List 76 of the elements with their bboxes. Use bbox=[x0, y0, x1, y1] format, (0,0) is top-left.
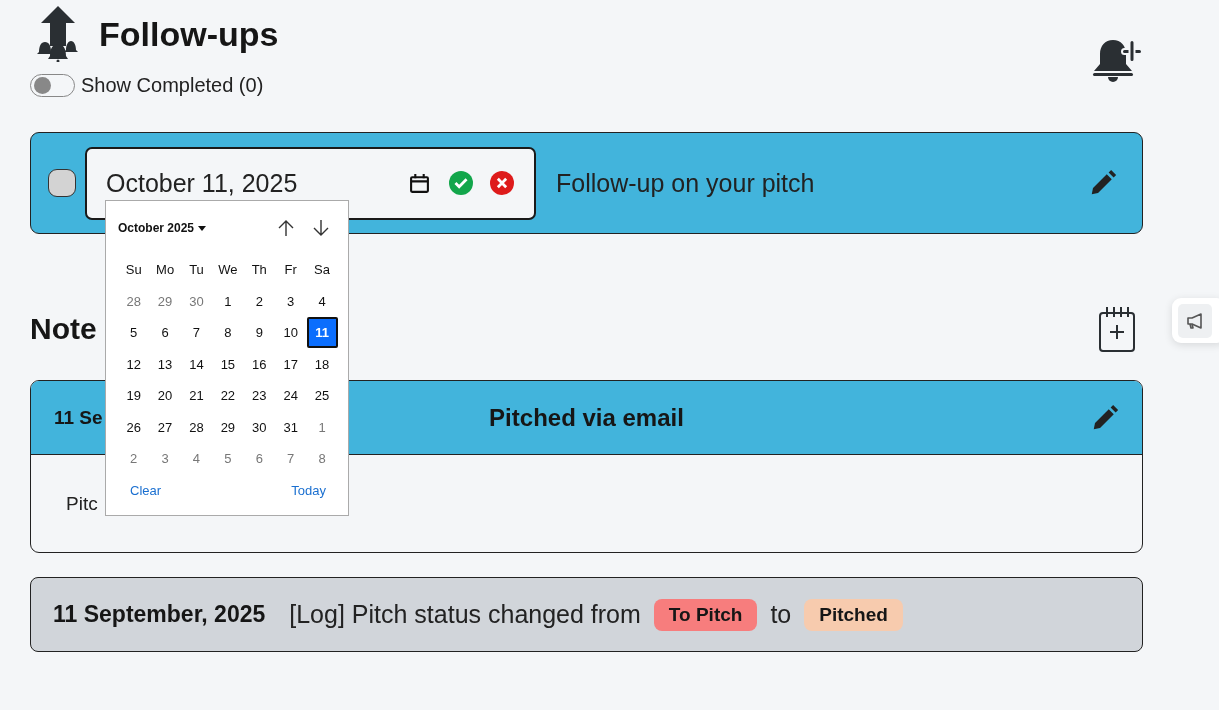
weekday-label: Sa bbox=[314, 262, 330, 278]
checkbox[interactable] bbox=[48, 169, 76, 197]
calendar-day[interactable]: 20 bbox=[149, 380, 181, 412]
note-date: 11 Se bbox=[54, 406, 103, 429]
calendar-day[interactable]: 4 bbox=[180, 443, 212, 475]
calendar-day[interactable]: 28 bbox=[180, 411, 212, 443]
calendar-day[interactable]: 23 bbox=[243, 380, 275, 412]
calendar-day[interactable]: 7 bbox=[180, 317, 212, 349]
clear-link[interactable]: Clear bbox=[130, 482, 162, 498]
megaphone-icon[interactable] bbox=[1178, 303, 1212, 338]
today-link[interactable]: Today bbox=[291, 482, 326, 498]
calendar-day[interactable]: 3 bbox=[149, 443, 181, 475]
calendar-day[interactable]: 15 bbox=[212, 348, 244, 380]
status-badge: Pitched bbox=[804, 598, 903, 631]
up-arrow-icon[interactable] bbox=[277, 219, 295, 237]
calendar-day[interactable]: 1 bbox=[306, 411, 338, 443]
calendar-day[interactable]: 6 bbox=[149, 317, 181, 349]
page-title: Follow-ups bbox=[99, 14, 279, 54]
calendar-day[interactable]: 30 bbox=[180, 285, 212, 317]
calendar-day[interactable]: 30 bbox=[243, 411, 275, 443]
side-tab[interactable] bbox=[1172, 298, 1219, 343]
calendar-icon[interactable] bbox=[409, 172, 430, 194]
down-arrow-icon[interactable] bbox=[312, 219, 330, 237]
calendar-day[interactable]: 26 bbox=[118, 411, 150, 443]
note-title: Pitched via email bbox=[489, 403, 684, 432]
confirm-icon[interactable] bbox=[449, 171, 473, 195]
calendar-day[interactable]: 1 bbox=[212, 285, 244, 317]
calendar-day[interactable]: 22 bbox=[212, 380, 244, 412]
calendar-day[interactable]: 12 bbox=[118, 348, 150, 380]
calendar-day[interactable]: 5 bbox=[212, 443, 244, 475]
weekday-label: Mo bbox=[156, 262, 175, 278]
calendar-day[interactable]: 29 bbox=[212, 411, 244, 443]
weekday-label: Su bbox=[125, 262, 142, 278]
weekday-label: Tu bbox=[189, 262, 204, 278]
calendar-day[interactable]: 7 bbox=[275, 443, 307, 475]
calendar-day[interactable]: 16 bbox=[243, 348, 275, 380]
add-note-icon[interactable] bbox=[1098, 305, 1136, 353]
cancel-icon[interactable] bbox=[490, 171, 514, 195]
weekday-label: We bbox=[218, 262, 238, 278]
calendar-day[interactable]: 24 bbox=[275, 380, 307, 412]
calendar-day[interactable]: 2 bbox=[243, 285, 275, 317]
calendar-day[interactable]: 8 bbox=[212, 317, 244, 349]
calendar-day[interactable]: 17 bbox=[275, 348, 307, 380]
caret-icon bbox=[198, 225, 207, 231]
calendar-day[interactable]: 29 bbox=[149, 285, 181, 317]
calendar-day[interactable]: 25 bbox=[306, 380, 338, 412]
calendar-day[interactable]: 2 bbox=[118, 443, 150, 475]
arrow-bells-icon bbox=[35, 6, 81, 62]
calendar-day[interactable]: 8 bbox=[306, 443, 338, 475]
section-title: Note bbox=[30, 312, 97, 346]
calendar-day[interactable]: 13 bbox=[149, 348, 181, 380]
note-text: Pitc bbox=[66, 492, 98, 515]
weekday-label: Th bbox=[251, 262, 267, 278]
toggle-label: Show Completed (0) bbox=[81, 74, 264, 97]
calendar-day[interactable]: 18 bbox=[306, 348, 338, 380]
toggle-switch[interactable] bbox=[30, 74, 75, 97]
weekday-label: Fr bbox=[284, 262, 297, 278]
calendar-day[interactable]: 28 bbox=[118, 285, 150, 317]
calendar-day[interactable]: 3 bbox=[275, 285, 307, 317]
calendar-day[interactable]: 14 bbox=[180, 348, 212, 380]
calendar-day[interactable]: 5 bbox=[118, 317, 150, 349]
follow-up-title: Follow-up on your pitch bbox=[556, 168, 816, 198]
calendar-day[interactable]: 27 bbox=[149, 411, 181, 443]
calendar-day[interactable]: 9 bbox=[243, 317, 275, 349]
calendar-day[interactable]: 10 bbox=[275, 317, 307, 349]
calendar-day[interactable]: 19 bbox=[118, 380, 150, 412]
calendar-day[interactable]: 21 bbox=[180, 380, 212, 412]
calendar-day[interactable]: 6 bbox=[243, 443, 275, 475]
calendar-day[interactable]: 31 bbox=[275, 411, 307, 443]
calendar-day[interactable]: 4 bbox=[306, 285, 338, 317]
calendar-day[interactable]: 11 bbox=[306, 317, 338, 349]
log-text: to bbox=[770, 600, 792, 629]
month-dropdown[interactable]: October 2025 bbox=[118, 221, 207, 235]
log-date: 11 September, 2025 bbox=[53, 601, 266, 628]
log-text: [Log] Pitch status changed from bbox=[289, 600, 641, 629]
status-badge: To Pitch bbox=[653, 598, 758, 631]
